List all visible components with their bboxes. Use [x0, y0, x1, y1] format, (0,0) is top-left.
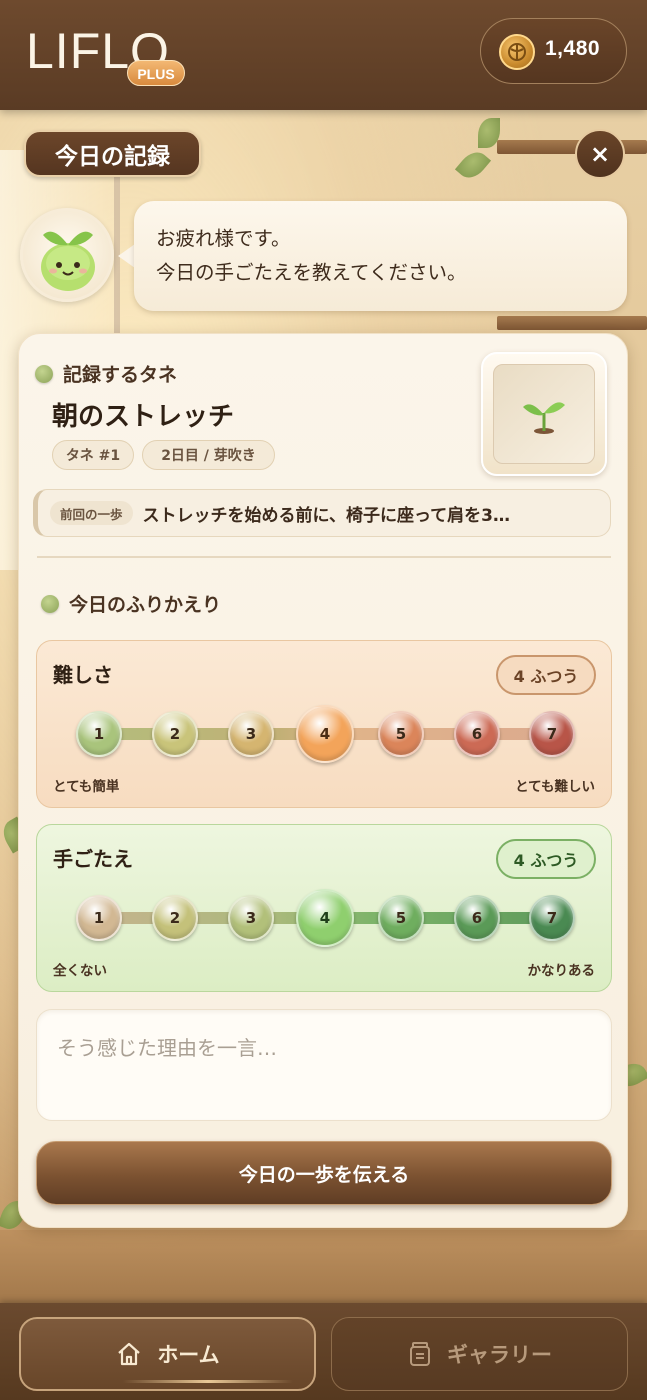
message-line: お疲れ様です。: [156, 227, 291, 250]
page-title: 今日の記録: [24, 130, 201, 177]
scale-step-2[interactable]: 2: [152, 711, 198, 757]
feel-max-label: かなりある: [527, 963, 596, 979]
previous-step-label: 前回の一歩: [50, 501, 133, 525]
scale-step-1[interactable]: 1: [76, 895, 122, 941]
coin-icon: [499, 34, 535, 70]
close-icon: ×: [589, 140, 611, 168]
difficulty-max-label: とても難しい: [515, 779, 595, 795]
mascot-speech-bubble: お疲れ様です。 今日の手ごたえを教えてください。: [134, 201, 627, 311]
seed-stage-chip: 2日目 / 芽吹き: [142, 440, 275, 470]
bullet-dot-icon: [41, 594, 59, 613]
reason-input[interactable]: [37, 1010, 611, 1120]
scale-step-7[interactable]: 7: [529, 895, 575, 941]
previous-step[interactable]: 前回の一歩 ストレッチを始める前に、椅子に座って肩を3…: [33, 489, 611, 537]
seed-number-chip: タネ #1: [52, 440, 134, 470]
nav-home-label: ホーム: [157, 1343, 220, 1367]
scale-step-6[interactable]: 6: [454, 711, 500, 757]
seed-section-label: 記録するタネ: [35, 360, 177, 387]
gallery-jar-icon: [410, 1342, 430, 1366]
coin-balance[interactable]: 1,480: [480, 18, 627, 84]
difficulty-title: 難しさ: [53, 663, 113, 687]
reason-field: [36, 1009, 612, 1121]
feel-title: 手ごたえ: [53, 847, 133, 871]
app-header: LIFLO PLUS 1,480: [0, 0, 647, 110]
nav-gallery-label: ギャラリー: [447, 1343, 552, 1367]
feel-panel: 手ごたえ 4 ふつう 1234567 全くない かなりある: [36, 824, 612, 992]
feel-min-label: 全くない: [53, 963, 107, 979]
difficulty-min-label: とても簡単: [53, 779, 120, 795]
difficulty-panel: 難しさ 4 ふつう 1234567 とても簡単 とても難しい: [36, 640, 612, 808]
scale-step-5[interactable]: 5: [378, 711, 424, 757]
message-line: 今日の手ごたえを教えてください。: [156, 261, 467, 284]
section-label-text: 記録するタネ: [63, 364, 178, 386]
divider: [37, 556, 611, 558]
scale-step-3[interactable]: 3: [228, 711, 274, 757]
feel-value-badge: 4 ふつう: [496, 839, 596, 879]
seed-thumbnail: [481, 352, 607, 476]
scale-step-2[interactable]: 2: [152, 895, 198, 941]
background-leaf: [454, 146, 492, 184]
nav-gallery[interactable]: ギャラリー: [331, 1317, 628, 1391]
previous-step-text: ストレッチを始める前に、椅子に座って肩を3…: [142, 505, 510, 526]
home-icon: [118, 1342, 141, 1366]
seed-name: 朝のストレッチ: [52, 402, 235, 432]
close-button[interactable]: ×: [575, 129, 625, 179]
plus-badge: PLUS: [127, 60, 185, 86]
scale-step-4[interactable]: 4: [288, 881, 362, 955]
section-label-text: 今日のふりかえり: [69, 594, 222, 616]
record-card: 記録するタネ 朝のストレッチ タネ #1 2日目 / 芽吹き 前回の一歩 ストレ…: [18, 333, 628, 1228]
speech-bubble-tail: [118, 244, 135, 268]
scale-step-7[interactable]: 7: [529, 711, 575, 757]
sprout-icon: [523, 402, 565, 434]
scale-step-3[interactable]: 3: [228, 895, 274, 941]
sprout-mascot-icon: [20, 208, 114, 302]
active-indicator: [123, 1380, 293, 1383]
background-floor: [0, 1230, 647, 1310]
difficulty-value-badge: 4 ふつう: [496, 655, 596, 695]
bottom-nav: ホーム ギャラリー: [0, 1303, 647, 1400]
reflection-section-label: 今日のふりかえり: [41, 590, 221, 617]
scale-step-4[interactable]: 4: [288, 697, 362, 771]
coin-count: 1,480: [545, 37, 601, 60]
submit-button[interactable]: 今日の一歩を伝える: [36, 1141, 612, 1205]
nav-home[interactable]: ホーム: [19, 1317, 316, 1391]
scale-step-6[interactable]: 6: [454, 895, 500, 941]
scale-step-1[interactable]: 1: [76, 711, 122, 757]
scale-step-5[interactable]: 5: [378, 895, 424, 941]
background-shelf: [497, 316, 647, 330]
bullet-dot-icon: [35, 364, 53, 383]
